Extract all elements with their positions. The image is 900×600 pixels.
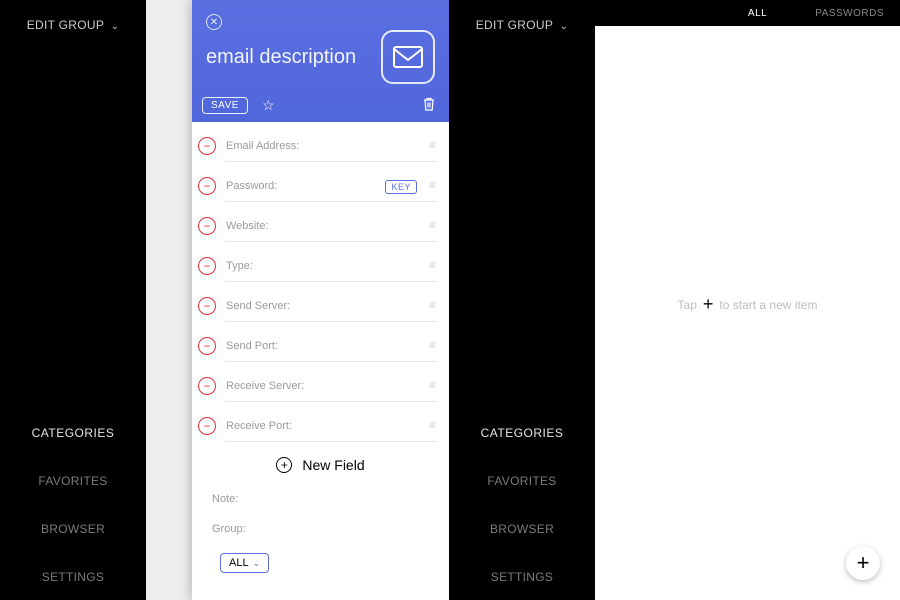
field-label: Email Address:: [226, 140, 299, 152]
remove-field-button[interactable]: −: [198, 257, 216, 275]
drag-handle-icon[interactable]: ≡: [429, 298, 437, 312]
tab-passwords[interactable]: PASSWORDS: [815, 8, 884, 19]
field-row-website[interactable]: − Website: ≡: [192, 202, 449, 242]
card-title: email description: [206, 46, 356, 69]
plus-icon: +: [703, 294, 714, 315]
note-label: Note:: [212, 493, 439, 505]
add-item-button[interactable]: +: [846, 546, 880, 580]
key-button[interactable]: KEY: [385, 180, 417, 194]
new-field-label: New Field: [302, 457, 364, 473]
field-row-receive-port[interactable]: − Receive Port: ≡: [192, 402, 449, 442]
drag-handle-icon[interactable]: ≡: [429, 338, 437, 352]
field-label: Receive Server:: [226, 380, 304, 392]
field-label: Website:: [226, 220, 269, 232]
favorite-toggle[interactable]: ☆: [262, 97, 275, 114]
drag-handle-icon[interactable]: ≡: [429, 378, 437, 392]
field-row-email[interactable]: − Email Address: ≡: [192, 122, 449, 162]
group-row: Group:: [192, 513, 449, 543]
remove-field-button[interactable]: −: [198, 337, 216, 355]
edit-group-label: EDIT GROUP: [27, 18, 104, 32]
remove-field-button[interactable]: −: [198, 177, 216, 195]
remove-field-button[interactable]: −: [198, 137, 216, 155]
categories-heading-2: CATEGORIES: [449, 426, 595, 440]
sidebar-item-settings-2[interactable]: SETTINGS: [449, 570, 595, 584]
edit-card: ✕ email description SAVE ☆ − Email Addre…: [192, 0, 449, 600]
gap: [146, 0, 192, 600]
items-pane: ALL PASSWORDS Tap + to start a new item …: [595, 0, 900, 600]
drag-handle-icon[interactable]: ≡: [429, 418, 437, 432]
categories-heading: CATEGORIES: [0, 426, 146, 440]
drag-handle-icon[interactable]: ≡: [429, 258, 437, 272]
close-button[interactable]: ✕: [206, 14, 222, 30]
item-type-icon-box: [381, 30, 435, 84]
remove-field-button[interactable]: −: [198, 297, 216, 315]
sidebar-item-settings[interactable]: SETTINGS: [0, 570, 146, 584]
trash-icon: [423, 97, 435, 111]
empty-hint: Tap + to start a new item: [595, 294, 900, 315]
field-row-password[interactable]: − Password: KEY ≡: [192, 162, 449, 202]
plus-circle-icon: +: [276, 457, 292, 473]
delete-button[interactable]: [423, 97, 435, 114]
field-row-send-server[interactable]: − Send Server: ≡: [192, 282, 449, 322]
drag-handle-icon[interactable]: ≡: [429, 138, 437, 152]
sidebar-item-favorites[interactable]: FAVORITES: [0, 474, 146, 488]
close-icon: ✕: [210, 17, 218, 28]
field-label: Send Server:: [226, 300, 290, 312]
hint-post: to start a new item: [719, 298, 817, 312]
field-label: Receive Port:: [226, 420, 292, 432]
chevron-down-icon: ⌄: [111, 21, 120, 32]
drag-handle-icon[interactable]: ≡: [429, 178, 437, 192]
hint-pre: Tap: [678, 298, 697, 312]
field-label: Password:: [226, 180, 277, 192]
edit-group-label-2: EDIT GROUP: [476, 18, 553, 32]
field-row-receive-server[interactable]: − Receive Server: ≡: [192, 362, 449, 402]
new-field-button[interactable]: + New Field: [192, 442, 449, 483]
tab-all[interactable]: ALL: [748, 8, 767, 19]
field-label: Type:: [226, 260, 253, 272]
sidebar-item-browser[interactable]: BROWSER: [0, 522, 146, 536]
group-select[interactable]: ALL ⌄: [220, 553, 269, 573]
group-label: Group:: [212, 523, 439, 535]
save-button[interactable]: SAVE: [202, 97, 248, 114]
drag-handle-icon[interactable]: ≡: [429, 218, 437, 232]
chevron-down-icon: ⌄: [253, 558, 261, 569]
chevron-down-icon: ⌄: [560, 21, 569, 32]
edit-group-button-2[interactable]: EDIT GROUP ⌄: [449, 18, 595, 32]
sidebar-item-browser-2[interactable]: BROWSER: [449, 522, 595, 536]
sidebar-item-favorites-2[interactable]: FAVORITES: [449, 474, 595, 488]
remove-field-button[interactable]: −: [198, 417, 216, 435]
field-row-type[interactable]: − Type: ≡: [192, 242, 449, 282]
note-row[interactable]: Note:: [192, 483, 449, 513]
edit-group-button[interactable]: EDIT GROUP ⌄: [0, 18, 146, 32]
group-select-value: ALL: [229, 557, 249, 569]
remove-field-button[interactable]: −: [198, 217, 216, 235]
remove-field-button[interactable]: −: [198, 377, 216, 395]
field-label: Send Port:: [226, 340, 278, 352]
field-row-send-port[interactable]: − Send Port: ≡: [192, 322, 449, 362]
envelope-icon: [393, 46, 423, 68]
